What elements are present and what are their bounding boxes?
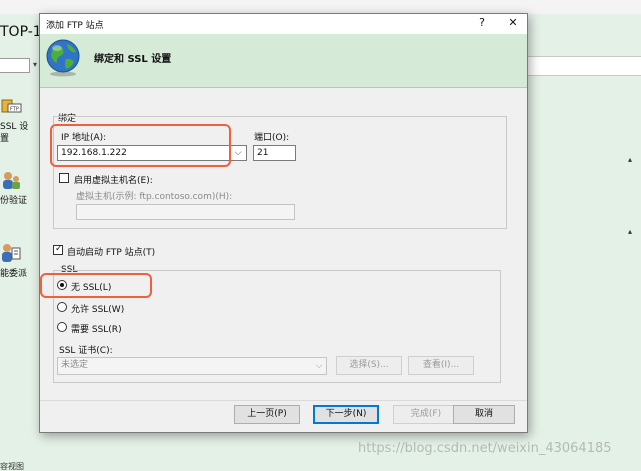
select-cert-button[interactable]: 选择(S)... xyxy=(336,356,402,375)
ip-address-highlight xyxy=(50,124,231,167)
users-icon[interactable] xyxy=(0,169,22,191)
footer-divider xyxy=(40,400,527,401)
background-item-ssl-label: SSL 设 置 xyxy=(0,122,29,144)
autostart-label[interactable]: 自动启动 FTP 站点(T) xyxy=(67,245,155,258)
view-cert-button[interactable]: 查看(I)... xyxy=(408,356,474,375)
chevron-down-icon[interactable]: ⌵ xyxy=(312,359,326,375)
watermark-text: https://blog.csdn.net/weixin_43064185 xyxy=(358,441,612,456)
ssl-cert-label: SSL 证书(C): xyxy=(59,346,113,356)
checkmark-icon: ✓ xyxy=(55,244,63,254)
next-button[interactable]: 下一步(N) xyxy=(313,405,379,424)
collapse-icon[interactable]: ▴ xyxy=(628,155,632,164)
port-input[interactable]: 21 xyxy=(253,145,296,161)
background-item-delegation-label: 能委派 xyxy=(0,269,28,279)
virtual-host-label: 虚拟主机(示例: ftp.contoso.com)(H): xyxy=(76,192,233,202)
background-address-field[interactable] xyxy=(0,58,30,73)
background-content-view-label[interactable]: 容视图 xyxy=(0,461,24,471)
require-ssl-label[interactable]: 需要 SSL(R) xyxy=(71,322,122,335)
allow-ssl-label[interactable]: 允许 SSL(W) xyxy=(71,302,124,315)
finish-button[interactable]: 完成(F) xyxy=(393,405,459,424)
cancel-button[interactable]: 取消 xyxy=(453,405,515,424)
wizard-page-heading: 绑定和 SSL 设置 xyxy=(94,54,172,65)
wizard-header: 绑定和 SSL 设置 xyxy=(40,34,527,88)
ssl-cert-select[interactable]: 未选定 xyxy=(57,357,327,375)
add-ftp-site-dialog: 添加 FTP 站点 ? ✕ 绑定和 SSL 设置 绑定 IP 地址(A): 19… xyxy=(39,13,528,433)
virtual-host-checkbox[interactable] xyxy=(59,173,69,183)
help-icon[interactable]: ? xyxy=(476,16,488,29)
close-icon[interactable]: ✕ xyxy=(506,16,520,29)
autostart-checkbox[interactable]: ✓ xyxy=(53,244,63,255)
allow-ssl-radio[interactable] xyxy=(57,302,67,312)
background-window-title: TOP-1 xyxy=(0,24,42,40)
virtual-host-checkbox-label[interactable]: 启用虚拟主机名(E): xyxy=(74,173,153,186)
previous-button[interactable]: 上一页(P) xyxy=(234,405,300,424)
chevron-down-icon[interactable]: ⌵ xyxy=(231,146,245,162)
collapse-icon[interactable]: ▴ xyxy=(628,227,632,236)
virtual-host-input[interactable] xyxy=(76,204,295,220)
background-item-auth-label: 份验证 xyxy=(0,196,28,206)
require-ssl-radio[interactable] xyxy=(57,322,67,332)
delegation-icon[interactable] xyxy=(0,242,22,264)
globe-icon xyxy=(46,39,80,77)
background-actions-bar xyxy=(528,56,641,76)
no-ssl-highlight xyxy=(40,273,152,298)
ftp-ssl-icon[interactable]: FTP xyxy=(0,96,22,118)
dialog-titlebar[interactable]: 添加 FTP 站点 ? ✕ xyxy=(40,14,527,34)
dialog-title: 添加 FTP 站点 xyxy=(46,21,104,31)
background-title-strip xyxy=(0,0,641,14)
chevron-down-icon[interactable]: ▾ xyxy=(33,60,37,69)
svg-text:FTP: FTP xyxy=(10,107,19,113)
port-label: 端口(O): xyxy=(254,133,290,143)
